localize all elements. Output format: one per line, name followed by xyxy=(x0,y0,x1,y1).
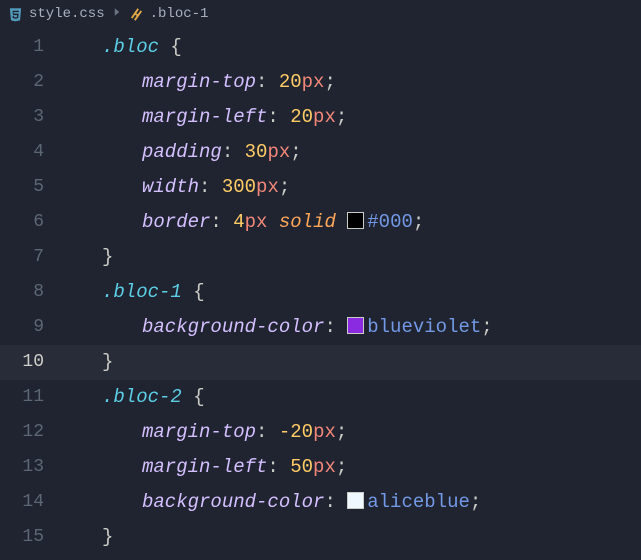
line-number-gutter: 123456789101112131415 xyxy=(0,30,62,555)
unit-token: px xyxy=(313,106,336,128)
code-line[interactable]: padding: 30px; xyxy=(62,135,641,170)
chevron-right-icon xyxy=(111,6,123,22)
unit-token: px xyxy=(267,141,290,163)
semicolon-token: ; xyxy=(413,211,424,233)
code-line[interactable]: margin-left: 50px; xyxy=(62,450,641,485)
colon-token: : xyxy=(256,71,279,93)
line-number: 6 xyxy=(0,205,44,240)
semicolon-token: ; xyxy=(279,176,290,198)
code-line[interactable]: border: 4px solid #000; xyxy=(62,205,641,240)
unit-token: px xyxy=(302,71,325,93)
code-line[interactable]: margin-top: 20px; xyxy=(62,65,641,100)
semicolon-token: ; xyxy=(336,421,347,443)
line-number: 5 xyxy=(0,170,44,205)
breadcrumb-symbol[interactable]: .bloc-1 xyxy=(129,6,209,22)
brace-token: { xyxy=(182,386,205,408)
code-line[interactable]: .bloc-1 { xyxy=(62,275,641,310)
color-swatch xyxy=(347,317,364,334)
unit-token: px xyxy=(313,421,336,443)
code-line[interactable]: } xyxy=(62,520,641,555)
breadcrumb-symbol-label: .bloc-1 xyxy=(150,6,209,22)
line-number: 15 xyxy=(0,520,44,555)
code-line[interactable]: .bloc { xyxy=(62,30,641,65)
property-token: padding xyxy=(142,141,222,163)
semicolon-token: ; xyxy=(481,316,492,338)
color-token: aliceblue xyxy=(367,491,470,513)
breadcrumb-file[interactable]: style.css xyxy=(8,6,105,22)
code-line[interactable]: margin-top: -20px; xyxy=(62,415,641,450)
code-line[interactable]: } xyxy=(62,345,641,380)
code-line[interactable]: .bloc-2 { xyxy=(62,380,641,415)
line-number: 9 xyxy=(0,310,44,345)
brace-token: } xyxy=(102,351,113,373)
property-token: background-color xyxy=(142,491,324,513)
line-number: 8 xyxy=(0,275,44,310)
line-number: 13 xyxy=(0,450,44,485)
brace-token: { xyxy=(182,281,205,303)
brace-token: } xyxy=(102,526,113,548)
number-token: 30 xyxy=(245,141,268,163)
property-token: margin-top xyxy=(142,71,256,93)
property-token: width xyxy=(142,176,199,198)
color-swatch xyxy=(347,212,364,229)
selector-token: .bloc xyxy=(102,36,159,58)
semicolon-token: ; xyxy=(336,106,347,128)
property-token: border xyxy=(142,211,210,233)
number-token: 20 xyxy=(279,71,302,93)
selector-token: .bloc-1 xyxy=(102,281,182,303)
unit-token: px xyxy=(256,176,279,198)
unit-token: px xyxy=(245,211,279,233)
colon-token: : xyxy=(210,211,233,233)
color-swatch xyxy=(347,492,364,509)
unit-token: px xyxy=(313,456,336,478)
color-token: blueviolet xyxy=(367,316,481,338)
selector-token: .bloc-2 xyxy=(102,386,182,408)
number-token: 20 xyxy=(290,106,313,128)
line-number: 11 xyxy=(0,380,44,415)
colon-token: : xyxy=(324,491,347,513)
code-line[interactable]: margin-left: 20px; xyxy=(62,100,641,135)
number-token: 300 xyxy=(222,176,256,198)
semicolon-token: ; xyxy=(290,141,301,163)
color-token: #000 xyxy=(367,211,413,233)
colon-token: : xyxy=(256,421,279,443)
brace-token: { xyxy=(159,36,182,58)
colon-token: : xyxy=(324,316,347,338)
colon-token: : xyxy=(267,456,290,478)
property-token: margin-top xyxy=(142,421,256,443)
line-number: 2 xyxy=(0,65,44,100)
number-token: -20 xyxy=(279,421,313,443)
brace-token: } xyxy=(102,246,113,268)
semicolon-token: ; xyxy=(324,71,335,93)
css-rule-icon xyxy=(129,7,144,22)
semicolon-token: ; xyxy=(336,456,347,478)
colon-token: : xyxy=(267,106,290,128)
line-number: 3 xyxy=(0,100,44,135)
number-token: 50 xyxy=(290,456,313,478)
property-token: background-color xyxy=(142,316,324,338)
line-number: 1 xyxy=(0,30,44,65)
code-line[interactable]: width: 300px; xyxy=(62,170,641,205)
line-number: 4 xyxy=(0,135,44,170)
keyword-token: solid xyxy=(279,211,347,233)
code-line[interactable]: } xyxy=(62,240,641,275)
number-token: 4 xyxy=(233,211,244,233)
code-line[interactable]: background-color: aliceblue; xyxy=(62,485,641,520)
breadcrumb: style.css .bloc-1 xyxy=(0,0,641,28)
code-editor[interactable]: 123456789101112131415 .bloc {margin-top:… xyxy=(0,28,641,555)
property-token: margin-left xyxy=(142,106,267,128)
line-number: 12 xyxy=(0,415,44,450)
line-number: 14 xyxy=(0,485,44,520)
breadcrumb-file-label: style.css xyxy=(29,6,105,22)
code-line[interactable]: background-color: blueviolet; xyxy=(62,310,641,345)
css-file-icon xyxy=(8,7,23,22)
property-token: margin-left xyxy=(142,456,267,478)
semicolon-token: ; xyxy=(470,491,481,513)
line-number: 7 xyxy=(0,240,44,275)
colon-token: : xyxy=(222,141,245,163)
code-area[interactable]: .bloc {margin-top: 20px;margin-left: 20p… xyxy=(62,30,641,555)
colon-token: : xyxy=(199,176,222,198)
